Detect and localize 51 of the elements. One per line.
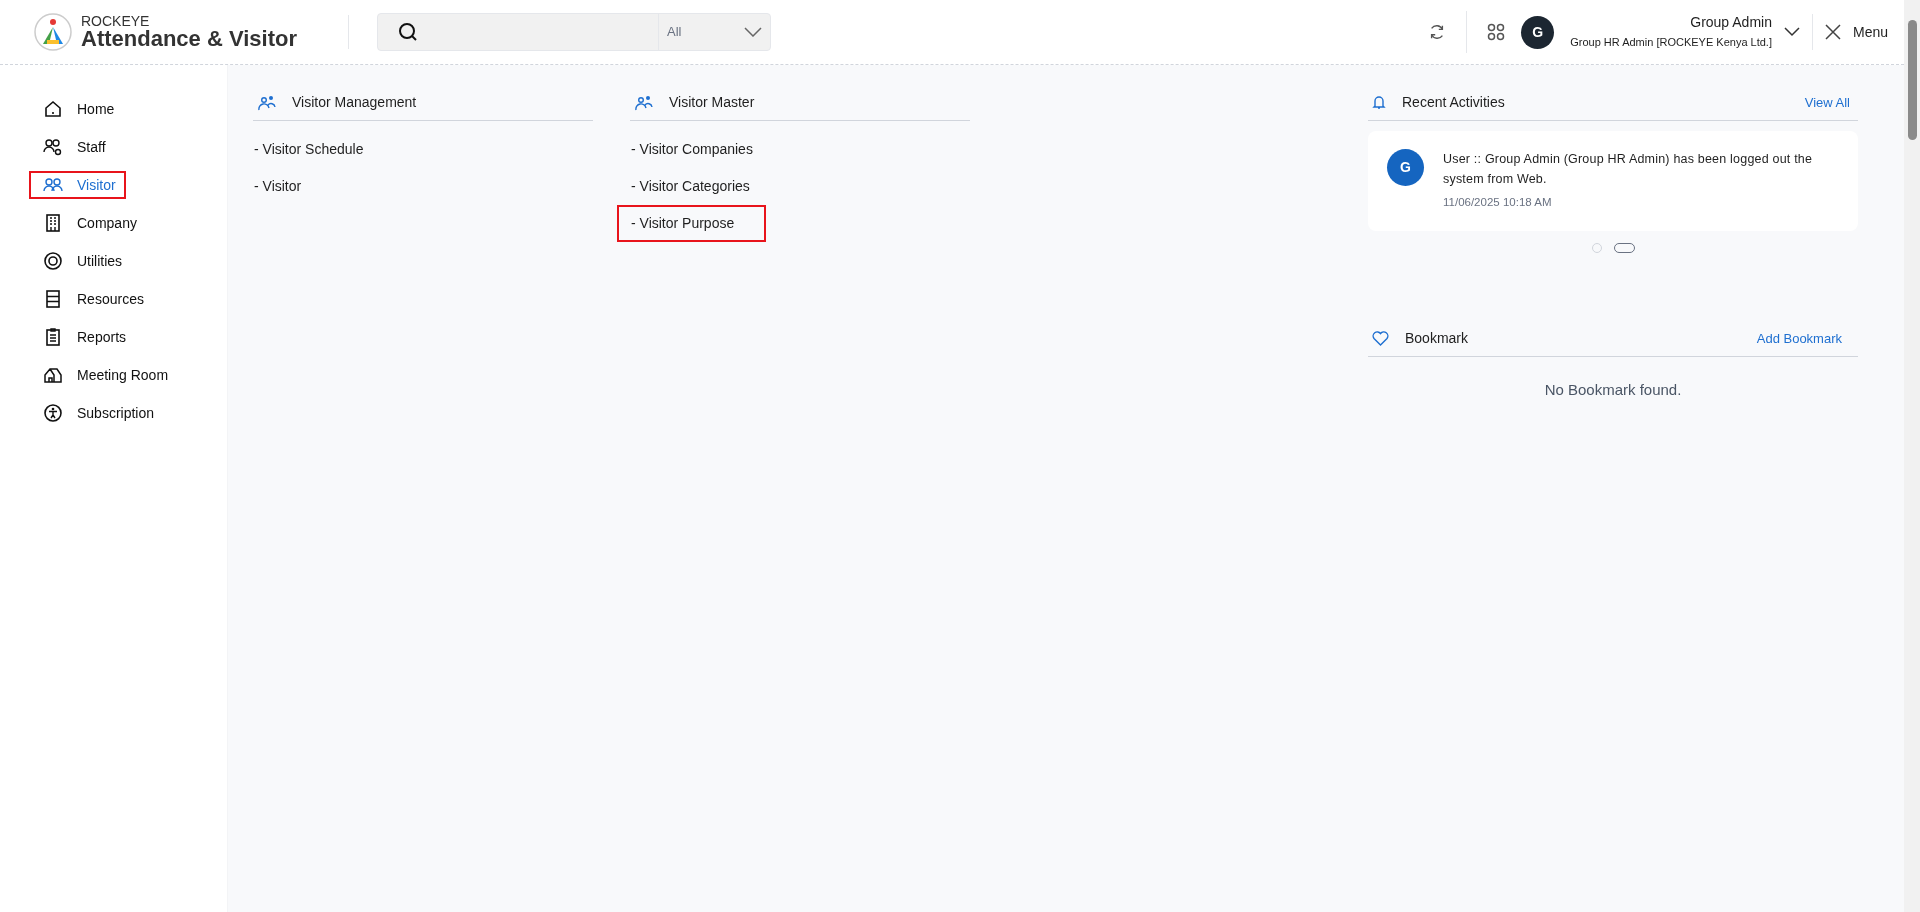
- sidebar-item[interactable]: Visitor: [29, 171, 126, 199]
- chevron-down-icon[interactable]: [1783, 27, 1800, 37]
- people-icon: [258, 94, 276, 111]
- search-field[interactable]: All: [377, 13, 771, 51]
- home-icon: [43, 99, 63, 119]
- brand-name: ROCKEYE: [81, 14, 151, 28]
- filter-dropdown[interactable]: All: [658, 14, 770, 50]
- empty-message: No Bookmark found.: [1543, 380, 1683, 400]
- activity-message: User :: Group Admin (Group HR Admin) has been logged out the system from Web.: [1443, 151, 1814, 188]
- search-icon: [398, 22, 418, 42]
- user-name: Group Admin: [1690, 14, 1772, 32]
- sidebar-item[interactable]: Utilities: [29, 247, 133, 275]
- scrollbar[interactable]: [1904, 0, 1920, 912]
- sidebar-item[interactable]: Reports: [29, 323, 137, 351]
- building-icon: [43, 213, 63, 233]
- add-bookmark-link[interactable]: Add Bookmark: [1756, 328, 1858, 349]
- section-title: Bookmark: [1405, 329, 1469, 348]
- clipboard-icon: [43, 327, 63, 347]
- accessibility-icon: [43, 403, 63, 423]
- menu-link[interactable]: - Visitor Schedule: [240, 131, 396, 168]
- sidebar-item[interactable]: Meeting Room: [29, 361, 179, 389]
- stack-icon: [43, 289, 63, 309]
- menu-button[interactable]: Menu: [1824, 21, 1888, 43]
- section-title: Visitor Management: [292, 93, 417, 112]
- people-icon: [635, 94, 653, 111]
- user-avatar: G: [1387, 149, 1424, 186]
- sidebar-item[interactable]: Staff: [29, 133, 116, 161]
- people-gear-icon: [43, 137, 63, 157]
- menu-link[interactable]: - Visitor Categories: [617, 168, 782, 205]
- app-title: Attendance & Visitor: [81, 28, 297, 50]
- lifebuoy-icon: [43, 251, 63, 271]
- sidebar-item[interactable]: Subscription: [29, 399, 165, 427]
- bell-icon: [1372, 94, 1386, 111]
- grid-icon: [1487, 23, 1506, 41]
- section-title: Recent Activities: [1402, 93, 1505, 112]
- view-all-link[interactable]: View All: [1804, 92, 1858, 113]
- activity-time: 11/06/2025 10:18 AM: [1443, 195, 1553, 210]
- menu-link[interactable]: - Visitor Purpose: [617, 205, 767, 242]
- user-role: Group HR Admin [ROCKEYE Kenya Ltd.]: [1570, 35, 1772, 50]
- heart-icon: [1372, 331, 1389, 346]
- close-icon: [1824, 24, 1841, 40]
- user-avatar[interactable]: G: [1521, 15, 1555, 49]
- sidebar-item[interactable]: Resources: [29, 285, 154, 313]
- logo-icon: [33, 12, 73, 52]
- sidebar-item[interactable]: Company: [29, 209, 147, 237]
- sidebar-item[interactable]: Home: [29, 95, 125, 123]
- menu-link[interactable]: - Visitor Companies: [617, 131, 785, 168]
- section-title: Visitor Master: [669, 93, 755, 112]
- menu-link[interactable]: - Visitor: [240, 168, 334, 205]
- house-icon: [43, 365, 63, 385]
- chevron-down-icon: [744, 27, 762, 37]
